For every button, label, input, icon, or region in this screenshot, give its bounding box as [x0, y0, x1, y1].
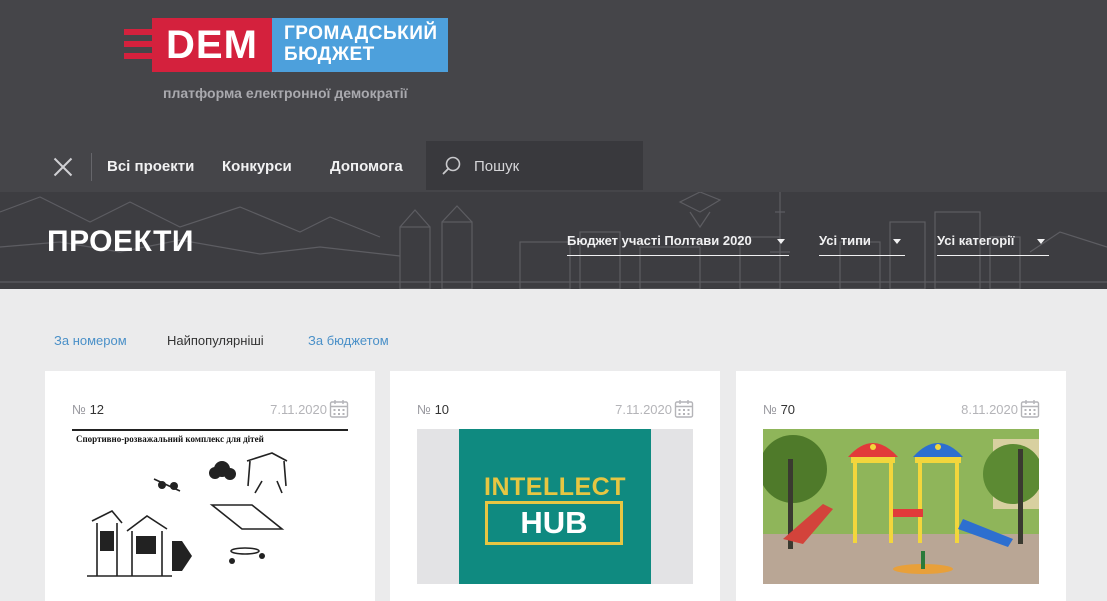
project-number: № 12 [72, 402, 104, 417]
nav-contests[interactable]: Конкурси [222, 158, 292, 175]
logo-budget-line2: БЮДЖЕТ [284, 44, 375, 65]
nav-all-projects[interactable]: Всі проекти [107, 158, 194, 175]
page-title: ПРОЕКТИ [47, 225, 194, 258]
chevron-down-icon [893, 239, 901, 244]
calendar-icon [329, 400, 349, 418]
project-number: № 10 [417, 402, 449, 417]
number-prefix: № [763, 402, 777, 417]
site-header: DEM ГРОМАДСЬКИЙ БЮДЖЕТ платформа електро… [0, 0, 1107, 192]
logo-budget-text: ГРОМАДСЬКИЙ БЮДЖЕТ [272, 18, 448, 72]
hero-banner: ПРОЕКТИ Бюджет участі Полтави 2020 Усі т… [0, 192, 1107, 289]
project-date: 7.11.2020 [270, 402, 327, 417]
project-date: 8.11.2020 [961, 402, 1018, 417]
close-icon[interactable] [52, 156, 74, 178]
intellect-hub-logo: INTELLECT HUB [459, 429, 651, 584]
category-filter-label: Усі категорії [937, 233, 1015, 248]
type-filter-dropdown[interactable]: Усі типи [819, 232, 905, 256]
sort-by-budget[interactable]: За бюджетом [308, 333, 389, 348]
sort-by-number[interactable]: За номером [54, 333, 127, 348]
project-image-playground-photo[interactable] [763, 429, 1039, 584]
playground-photo-illustration [763, 429, 1039, 584]
project-number: № 70 [763, 402, 795, 417]
hub-logo-line2: HUB [485, 501, 623, 545]
budget-filter-dropdown[interactable]: Бюджет участі Полтави 2020 [567, 232, 789, 256]
number-value: 70 [780, 402, 796, 417]
search-input[interactable] [474, 154, 634, 178]
calendar-icon [1020, 400, 1040, 418]
main-nav: Всі проекти Конкурси Допомога [0, 141, 1107, 191]
project-date: 7.11.2020 [615, 402, 672, 417]
chevron-down-icon [1037, 239, 1045, 244]
project-card[interactable]: № 12 7.11.2020 Спортивно-розважальний ко… [45, 371, 375, 601]
project-image-intellect-hub[interactable]: INTELLECT HUB [417, 429, 693, 584]
playground-sketch-drawing [87, 452, 288, 577]
number-value: 10 [434, 402, 450, 417]
logo-budget-line1: ГРОМАДСЬКИЙ [284, 23, 438, 44]
search-box [426, 141, 643, 190]
category-filter-dropdown[interactable]: Усі категорії [937, 232, 1049, 256]
project-card[interactable]: № 10 7.11.2020 INTELLECT HUB [390, 371, 720, 601]
number-prefix: № [417, 402, 431, 417]
number-prefix: № [72, 402, 86, 417]
budget-filter-label: Бюджет участі Полтави 2020 [567, 233, 752, 248]
type-filter-label: Усі типи [819, 233, 871, 248]
calendar-icon [674, 400, 694, 418]
site-tagline: платформа електронної демократії [163, 85, 408, 101]
hub-logo-line1: INTELLECT [484, 473, 626, 501]
project-image-playground-sketch[interactable]: Спортивно-розважальний комплекс для діте… [72, 429, 348, 584]
chevron-down-icon [777, 239, 785, 244]
nav-divider [91, 153, 92, 181]
project-card[interactable]: № 70 8.11.2020 [736, 371, 1066, 601]
nav-help[interactable]: Допомога [330, 158, 403, 175]
logo-dem-text: DEM [152, 18, 272, 72]
number-value: 12 [89, 402, 105, 417]
sort-most-popular[interactable]: Найпопулярніші [167, 333, 264, 348]
search-icon[interactable] [442, 156, 462, 176]
